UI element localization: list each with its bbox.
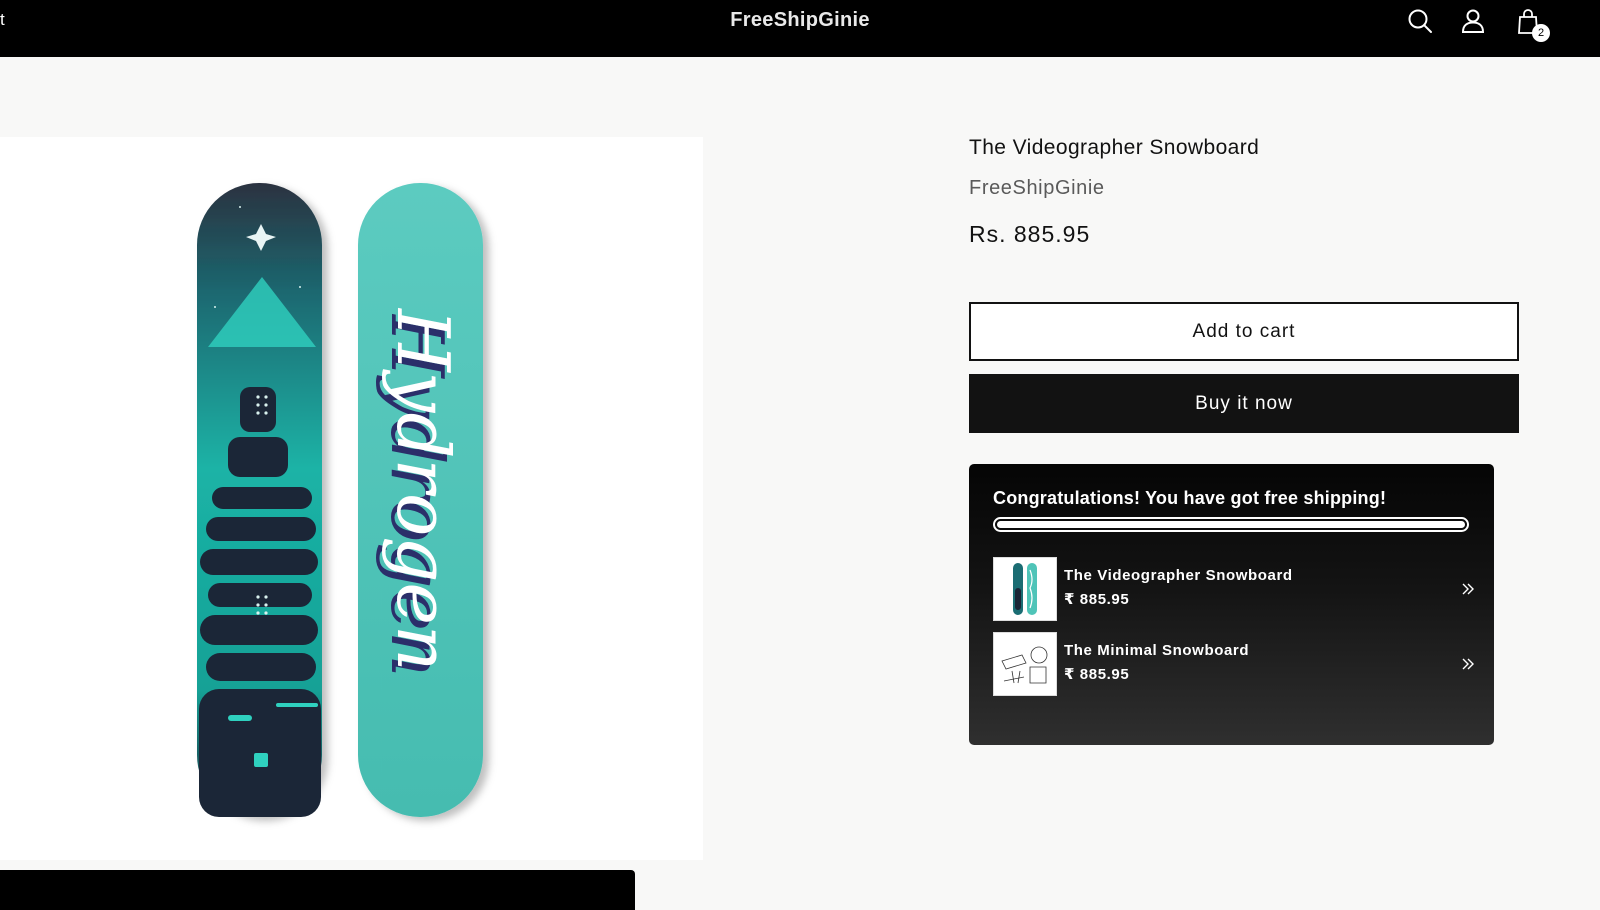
chevron-double-right-icon[interactable] [1460,656,1476,672]
product-thumbnail [993,557,1057,621]
media-footer-bar [0,870,635,910]
product-title: The Videographer Snowboard [969,136,1260,159]
chevron-double-right-icon[interactable] [1460,581,1476,597]
cart-count-badge: 2 [1532,24,1550,42]
product-info: The Videographer Snowboard FreeShipGinie… [969,136,1521,433]
recommended-product-name: The Videographer Snowboard [1064,567,1293,584]
free-shipping-message: Congratulations! You have got free shipp… [993,488,1387,508]
free-shipping-progress-bar [993,517,1469,532]
product-price: Rs. 885.95 [969,221,1091,247]
product-image[interactable]: Hydrogen Hydrogen [0,137,703,860]
product-thumbnail [993,632,1057,696]
progress-fill [997,521,1465,528]
snowboard-image: Hydrogen Hydrogen [197,183,483,817]
header-bar: t FreeShipGinie 2 [0,0,1600,57]
add-to-cart-button[interactable]: Add to cart [969,302,1519,361]
recommended-product-price: ₹ 885.95 [1064,666,1130,683]
recommended-product[interactable]: The Videographer Snowboard ₹ 885.95 [993,557,1474,621]
recommended-product[interactable]: The Minimal Snowboard ₹ 885.95 [993,632,1474,696]
board-graphic-text: Hydrogen [381,307,465,671]
free-shipping-panel: Congratulations! You have got free shipp… [969,464,1494,745]
account-icon[interactable] [1458,6,1488,36]
recommended-product-name: The Minimal Snowboard [1064,642,1250,659]
product-vendor: FreeShipGinie [969,177,1105,199]
recommended-product-price: ₹ 885.95 [1064,591,1130,608]
buy-now-button[interactable]: Buy it now [969,374,1519,433]
search-icon[interactable] [1405,6,1435,36]
store-logo[interactable]: FreeShipGinie [0,9,1600,32]
cart-icon[interactable]: 2 [1513,6,1550,42]
